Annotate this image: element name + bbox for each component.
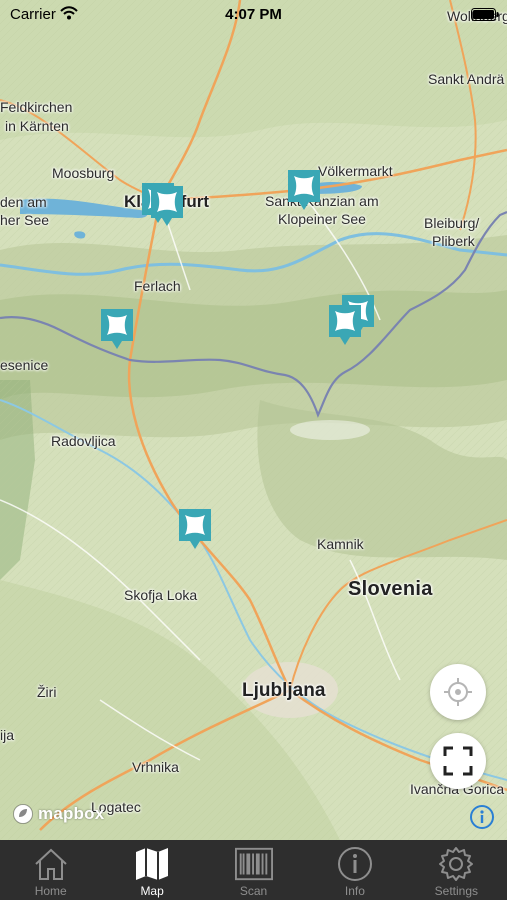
info-icon bbox=[336, 845, 374, 883]
mapbox-logo: mapbox bbox=[12, 803, 104, 825]
place-label-her-see: her See bbox=[0, 212, 50, 228]
place-label-idrija: ija bbox=[0, 727, 15, 743]
place-label-kamnik: Kamnik bbox=[317, 536, 364, 552]
home-icon bbox=[32, 845, 70, 883]
place-label-sankt-andrae: Sankt Andrä bbox=[428, 71, 505, 87]
tab-home-label: Home bbox=[34, 884, 67, 898]
info-icon bbox=[470, 805, 494, 829]
tab-map[interactable]: Map bbox=[101, 840, 202, 900]
map-terrain bbox=[0, 0, 507, 840]
battery-icon bbox=[471, 8, 499, 21]
tab-scan[interactable]: Scan bbox=[203, 840, 304, 900]
map-marker[interactable] bbox=[176, 506, 214, 552]
map-marker[interactable] bbox=[326, 302, 364, 348]
place-label-vrhnika: Vrhnika bbox=[132, 759, 179, 775]
place-label-moosburg: Moosburg bbox=[52, 165, 115, 181]
place-label-bleiburg: Bleiburg/ bbox=[424, 215, 480, 231]
place-label-ferlach: Ferlach bbox=[134, 278, 181, 294]
place-label-pliberk: Pliberk bbox=[432, 233, 475, 249]
status-time: 4:07 PM bbox=[225, 6, 282, 23]
country-label-slovenia: Slovenia bbox=[348, 578, 433, 600]
fullscreen-icon bbox=[443, 746, 473, 776]
locate-me-button[interactable] bbox=[430, 664, 486, 720]
place-label-klopeiner-see: Klopeiner See bbox=[278, 211, 366, 227]
tab-map-label: Map bbox=[140, 884, 164, 898]
tab-settings[interactable]: Settings bbox=[406, 840, 507, 900]
tab-settings-label: Settings bbox=[434, 884, 478, 898]
attribution-button[interactable] bbox=[469, 804, 495, 830]
tab-scan-label: Scan bbox=[239, 884, 268, 898]
place-label-jesenice: esenice bbox=[0, 357, 49, 373]
crosshair-icon bbox=[444, 678, 472, 706]
fullscreen-button[interactable] bbox=[430, 733, 486, 789]
map-marker[interactable] bbox=[148, 183, 186, 229]
place-label-in-kaernten: in Kärnten bbox=[5, 118, 69, 134]
gear-icon bbox=[437, 845, 475, 883]
place-label-radovljica: Radovljica bbox=[51, 433, 116, 449]
map-icon bbox=[133, 845, 171, 883]
map-marker[interactable] bbox=[98, 306, 136, 352]
tab-bar: Home Map Scan Info Settings bbox=[0, 840, 507, 900]
barcode-icon bbox=[234, 845, 273, 883]
mapbox-icon bbox=[13, 804, 33, 824]
place-label-feldkirchen: Feldkirchen bbox=[0, 99, 73, 115]
place-label-ziri: Žiri bbox=[37, 684, 57, 700]
place-label-skofja-loka: Skofja Loka bbox=[124, 587, 198, 603]
tab-info[interactable]: Info bbox=[304, 840, 405, 900]
tab-info-label: Info bbox=[344, 884, 365, 898]
place-label-voelkermarkt: Völkermarkt bbox=[318, 163, 393, 179]
place-label-ljubljana: Ljubljana bbox=[242, 680, 326, 701]
mapbox-logo-text: mapbox bbox=[38, 804, 105, 823]
map-marker[interactable] bbox=[285, 167, 323, 213]
map-view[interactable]: Wolfsberg Sankt Andrä Feldkirchen in Kär… bbox=[0, 0, 507, 840]
tab-home[interactable]: Home bbox=[0, 840, 101, 900]
place-label-den-am: den am bbox=[0, 194, 47, 210]
status-bar: Carrier 4:07 PM bbox=[0, 0, 507, 30]
